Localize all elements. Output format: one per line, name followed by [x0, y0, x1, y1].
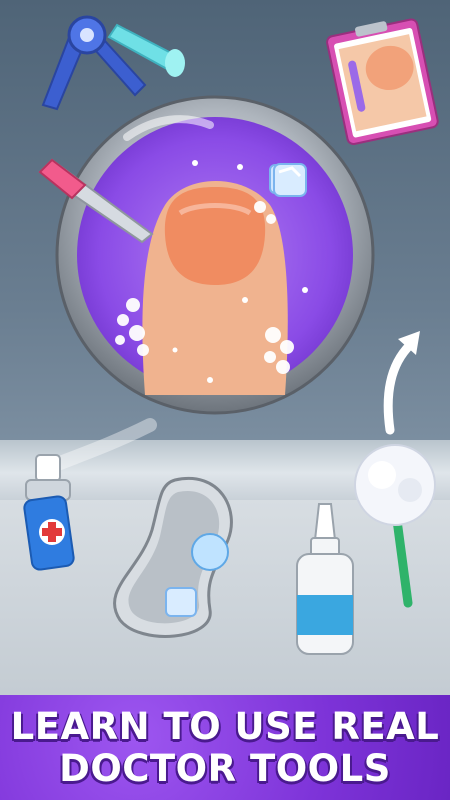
promo-banner: LEARN TO USE REAL DOCTOR TOOLS — [0, 695, 450, 800]
kidney-tray-icon[interactable] — [100, 470, 260, 650]
banner-title-line2: DOCTOR TOOLS — [59, 746, 391, 790]
curved-arrow-icon — [383, 331, 420, 435]
magnifier-lens-icon[interactable] — [45, 95, 385, 415]
nail-file-icon[interactable] — [30, 150, 160, 245]
cotton-swab-icon[interactable] — [350, 435, 445, 610]
banner-title-line1: LEARN TO USE REAL — [10, 704, 440, 748]
ice-cube-icon[interactable] — [270, 160, 310, 200]
game-scene: LEARN TO USE REAL DOCTOR TOOLS — [0, 0, 450, 800]
